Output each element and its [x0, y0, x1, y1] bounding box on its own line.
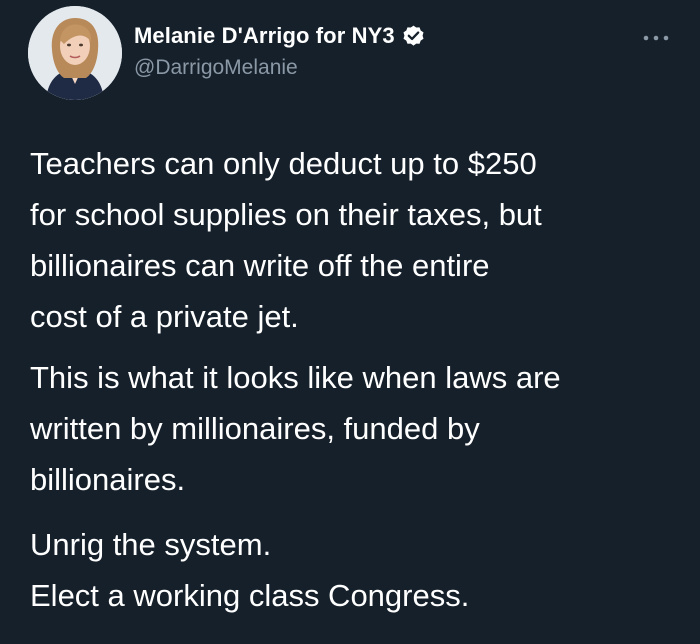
name-row: Melanie D'Arrigo for NY3: [134, 20, 426, 52]
tweet-line: billionaires can write off the entire: [30, 248, 490, 283]
tweet-line: Elect a working class Congress.: [30, 578, 470, 613]
tweet-header: Melanie D'Arrigo for NY3 @DarrigoMelanie: [28, 6, 678, 102]
tweet-line: written by millionaires, funded by: [30, 411, 480, 446]
tweet-paragraph-2: This is what it looks like when laws are…: [30, 352, 680, 505]
tweet-text: Teachers can only deduct up to $250 for …: [30, 138, 680, 613]
tweet-line: This is what it looks like when laws are: [30, 360, 561, 395]
author-identity: Melanie D'Arrigo for NY3 @DarrigoMelanie: [134, 20, 426, 80]
author-display-name[interactable]: Melanie D'Arrigo for NY3: [134, 23, 395, 49]
author-avatar[interactable]: [28, 6, 122, 100]
tweet-line: billionaires.: [30, 462, 186, 497]
tweet-line: Teachers can only deduct up to $250: [30, 146, 537, 181]
verified-badge-icon: [401, 24, 426, 49]
tweet-line: for school supplies on their taxes, but: [30, 197, 542, 232]
profile-photo-icon: [28, 6, 122, 100]
more-dots-icon[interactable]: [640, 30, 672, 46]
author-handle[interactable]: @DarrigoMelanie: [134, 56, 426, 80]
tweet-line: Unrig the system.: [30, 527, 272, 562]
tweet-line: cost of a private jet.: [30, 299, 299, 334]
tweet-paragraph-1: Teachers can only deduct up to $250 for …: [30, 138, 680, 342]
tweet-card: Melanie D'Arrigo for NY3 @DarrigoMelanie…: [0, 0, 700, 644]
tweet-paragraph-3: Unrig the system. Elect a working class …: [30, 519, 680, 621]
